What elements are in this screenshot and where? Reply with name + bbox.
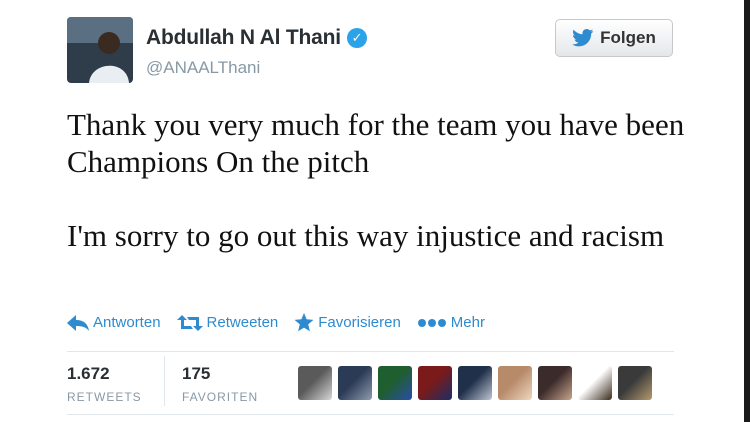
stats-bottom-divider xyxy=(67,414,674,415)
favoriter-avatar[interactable] xyxy=(338,366,372,400)
favorite-action[interactable]: Favorisieren xyxy=(294,313,401,332)
verified-badge-icon: ✓ xyxy=(346,28,367,48)
favorite-count-label: FAVORITEN xyxy=(182,390,259,404)
retweet-count-label: RETWEETS xyxy=(67,390,142,404)
favorite-label[interactable]: Favorisieren xyxy=(318,314,401,331)
window-edge xyxy=(744,0,750,422)
star-icon xyxy=(294,313,314,332)
favoriter-avatars xyxy=(298,366,652,400)
author-handle[interactable]: @ANAALThani xyxy=(146,58,260,78)
favoriter-avatar[interactable] xyxy=(418,366,452,400)
tweet-text: Thank you very much for the team you hav… xyxy=(67,106,687,254)
stats-top-divider xyxy=(67,351,674,352)
retweet-count[interactable]: 1.672 xyxy=(67,364,142,384)
favorites-stat[interactable]: 175 FAVORITEN xyxy=(182,364,258,404)
favoriter-avatar[interactable] xyxy=(498,366,532,400)
reply-arrow-icon xyxy=(67,314,89,331)
more-dots-icon xyxy=(417,318,446,327)
retweet-icon xyxy=(176,314,203,331)
follow-button[interactable]: Folgen xyxy=(555,19,673,57)
tweet-actions: Antworten Retweeten Favorisieren Mehr xyxy=(67,313,501,332)
favorite-count[interactable]: 175 xyxy=(182,364,258,384)
tweet-paragraph: Thank you very much for the team you hav… xyxy=(67,107,685,179)
author-name-text[interactable]: Abdullah N Al Thani xyxy=(146,26,341,49)
reply-label[interactable]: Antworten xyxy=(93,314,161,331)
avatar[interactable] xyxy=(67,17,133,83)
favoriter-avatar[interactable] xyxy=(578,366,612,400)
follow-button-label: Folgen xyxy=(600,28,656,47)
more-action[interactable]: Mehr xyxy=(417,314,485,331)
favoriter-avatar[interactable] xyxy=(378,366,412,400)
favoriter-avatar[interactable] xyxy=(538,366,572,400)
author-name[interactable]: Abdullah N Al Thani ✓ xyxy=(146,26,367,50)
reply-action[interactable]: Antworten xyxy=(67,314,161,331)
favoriter-avatar[interactable] xyxy=(618,366,652,400)
retweet-label[interactable]: Retweeten xyxy=(207,314,279,331)
retweet-action[interactable]: Retweeten xyxy=(176,314,279,331)
favoriter-avatar[interactable] xyxy=(458,366,492,400)
stats-separator xyxy=(164,356,165,406)
retweets-stat[interactable]: 1.672 RETWEETS xyxy=(67,364,142,404)
twitter-bird-icon xyxy=(572,29,594,47)
tweet-paragraph: I'm sorry to go out this way injustice a… xyxy=(67,218,665,253)
more-label[interactable]: Mehr xyxy=(451,314,485,331)
favoriter-avatar[interactable] xyxy=(298,366,332,400)
